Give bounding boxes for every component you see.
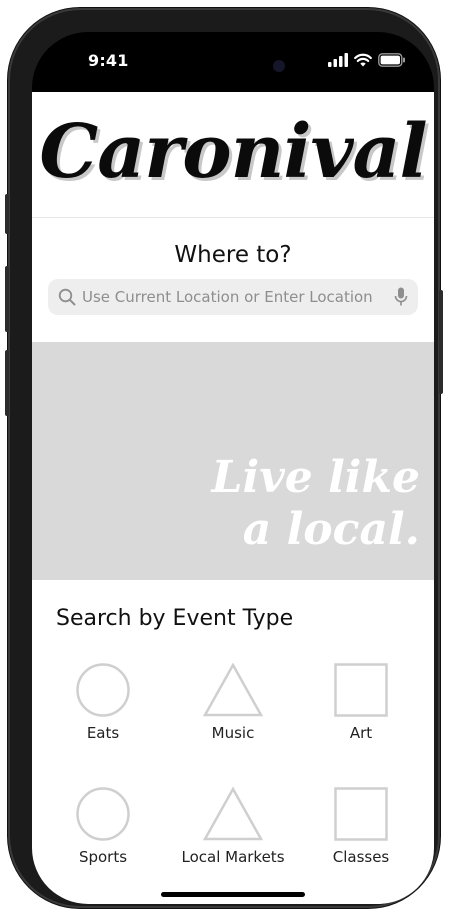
phone-frame: 9:41 Caronival Where to? Use Current Loc… [5,8,443,908]
volume-up-button [5,266,9,332]
location-search-input[interactable] [82,279,382,315]
where-to-title: Where to? [174,242,292,268]
square-icon [334,787,388,841]
event-type-label: Art [349,724,373,742]
event-type-label: Music [211,724,255,742]
hero-tagline-line2: a local. [242,504,420,555]
event-type-grid: Eats Music Art Sports Local Markets Clas… [32,662,434,892]
location-search-bar[interactable] [48,279,418,315]
header-divider [32,217,434,218]
event-type-classes[interactable]: Classes [296,786,426,896]
app-logo: Caronival [39,109,427,195]
event-type-sports[interactable]: Sports [38,786,168,896]
event-type-music[interactable]: Music [168,662,298,772]
hero-tagline: Live like a local. [200,452,420,556]
hero-tagline-line1: Live like [211,452,420,503]
status-icons [328,53,406,67]
event-type-eats[interactable]: Eats [38,662,168,772]
event-type-title: Search by Event Type [56,606,294,631]
status-time: 9:41 [88,51,129,70]
power-button [439,290,443,394]
event-type-art[interactable]: Art [296,662,426,772]
event-type-local-markets[interactable]: Local Markets [168,786,298,896]
circle-icon [76,663,130,717]
camera-icon [273,60,285,72]
hero-banner: Live like a local. [32,342,434,580]
triangle-icon [202,786,264,841]
event-type-label: Eats [86,724,120,742]
event-type-label: Local Markets [181,848,285,866]
triangle-icon [202,662,264,717]
cellular-signal-icon [328,53,348,67]
microphone-icon[interactable] [394,287,408,307]
home-indicator[interactable] [161,892,305,897]
circle-icon [76,787,130,841]
search-icon [58,288,76,306]
action-button [5,194,9,234]
square-icon [334,663,388,717]
app-content: Caronival Where to? Live like a lo [32,92,434,904]
screen: 9:41 Caronival Where to? Use Current Loc… [32,32,434,904]
event-type-label: Sports [78,848,128,866]
event-type-label: Classes [332,848,390,866]
wifi-icon [354,53,372,67]
battery-icon [378,53,405,67]
volume-down-button [5,350,9,416]
status-bar: 9:41 [32,32,434,92]
